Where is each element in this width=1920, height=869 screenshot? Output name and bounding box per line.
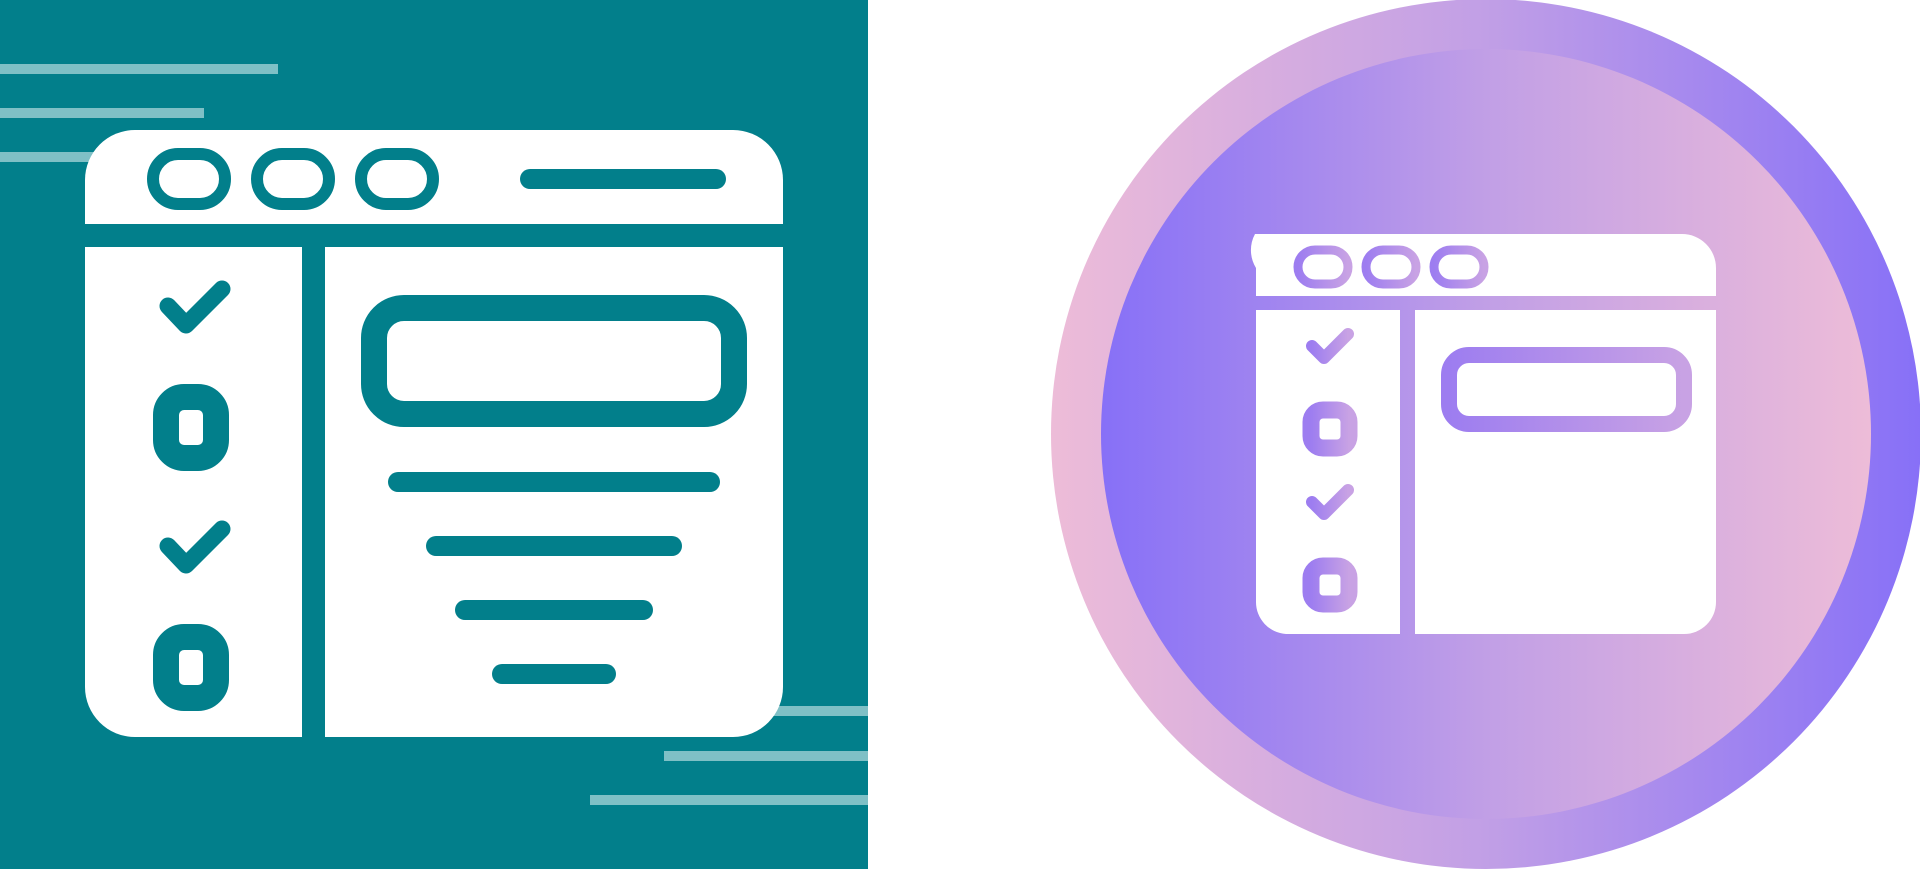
teal-browser-checklist-icon bbox=[0, 0, 868, 869]
gradient-icon-panel bbox=[868, 0, 1920, 869]
gradient-browser-checklist-icon bbox=[1051, 0, 1920, 869]
decor-line bbox=[0, 108, 204, 118]
decor-line bbox=[0, 152, 100, 162]
teal-icon-panel bbox=[0, 0, 868, 869]
decor-line bbox=[590, 795, 868, 805]
decor-line bbox=[664, 751, 868, 761]
decor-line bbox=[0, 64, 278, 74]
